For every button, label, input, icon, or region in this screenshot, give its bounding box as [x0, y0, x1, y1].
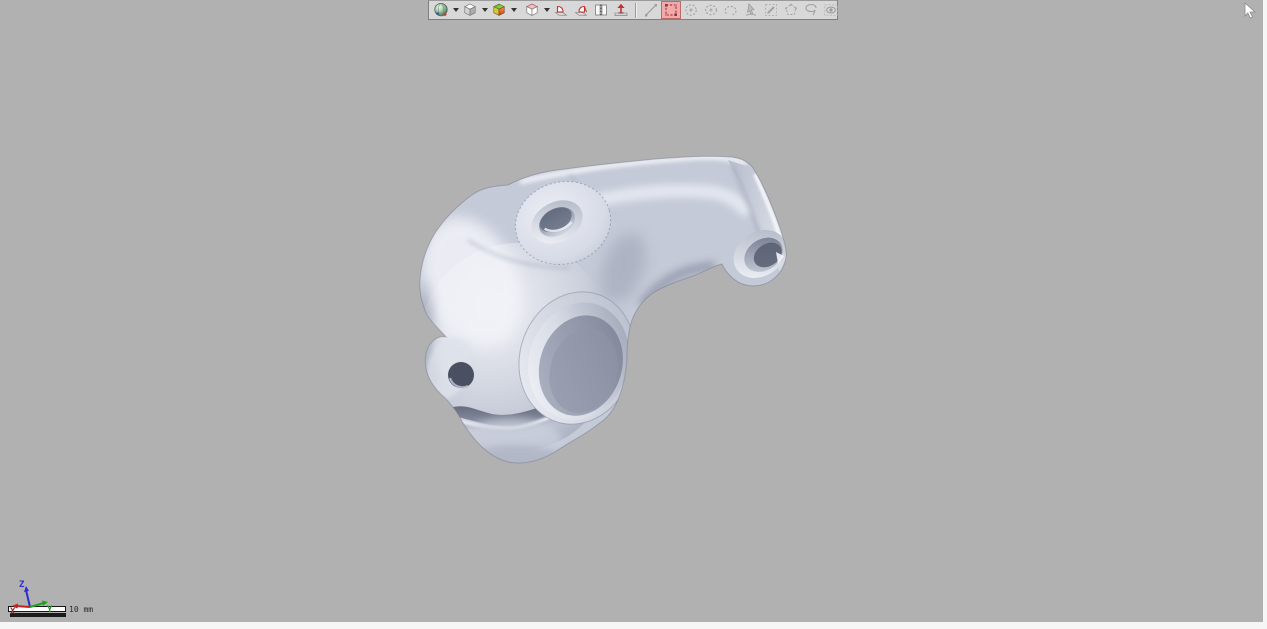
- model-canvas[interactable]: [410, 140, 800, 470]
- z-axis: Z: [19, 580, 30, 607]
- pen-box-icon: [763, 2, 779, 18]
- arc-select-button[interactable]: [721, 1, 741, 19]
- clipping-planes-button[interactable]: [591, 1, 611, 19]
- mouse-cursor: [1243, 2, 1257, 19]
- polygon-select-button[interactable]: [781, 1, 801, 19]
- section-quarter-button[interactable]: [551, 1, 571, 19]
- chevron-down-icon: [453, 8, 459, 12]
- lasso-select-button[interactable]: [801, 1, 821, 19]
- circle-select-button[interactable]: [681, 1, 701, 19]
- pull-direction-button[interactable]: [611, 1, 631, 19]
- svg-text:Z: Z: [19, 580, 25, 590]
- app-window: { "window": { "viewport_background_color…: [0, 0, 1267, 629]
- chevron-down-icon: [544, 8, 550, 12]
- pen-select-button[interactable]: [761, 1, 781, 19]
- visibility-filter-button[interactable]: [821, 1, 841, 19]
- eye-icon: [823, 2, 839, 18]
- chevron-down-icon: [511, 8, 517, 12]
- axis-triad: Z Y X: [4, 576, 74, 622]
- line-select-button[interactable]: [641, 1, 661, 19]
- pull-arrow-icon: [613, 2, 629, 18]
- section-half-button[interactable]: [571, 1, 591, 19]
- section-half-icon: [573, 2, 589, 18]
- svg-text:Y: Y: [47, 605, 53, 615]
- y-axis: Y: [30, 601, 53, 616]
- chevron-down-icon: [482, 8, 488, 12]
- pointer-lasso-select-button[interactable]: [741, 1, 761, 19]
- section-quarter-icon: [553, 2, 569, 18]
- arc-icon: [723, 2, 739, 18]
- shaded-cube-button[interactable]: [460, 1, 480, 19]
- analysis-cube-dropdown[interactable]: [509, 1, 518, 19]
- ellipse-select-button[interactable]: [701, 1, 721, 19]
- toolbar-separator: [635, 3, 637, 18]
- ellipse-crosshair-icon: [703, 2, 719, 18]
- cube-section-face-icon: [524, 2, 540, 18]
- line-icon: [643, 2, 659, 18]
- circle-crosshair-icon: [683, 2, 699, 18]
- rectangle-select-button[interactable]: [661, 1, 681, 19]
- window-bottom-edge: [0, 622, 1267, 629]
- view-toolbar: [428, 0, 838, 20]
- clipping-planes-icon: [593, 2, 609, 18]
- analysis-cube-button[interactable]: [489, 1, 509, 19]
- polygon-icon: [783, 2, 799, 18]
- shaded-globe-button[interactable]: [431, 1, 451, 19]
- cube-shaded-icon: [462, 2, 478, 18]
- globe-icon: [433, 2, 449, 18]
- part-model: [410, 156, 795, 470]
- shaded-cube-dropdown[interactable]: [480, 1, 489, 19]
- window-right-edge: [1263, 0, 1267, 629]
- section-box-dropdown[interactable]: [542, 1, 551, 19]
- shaded-globe-dropdown[interactable]: [451, 1, 460, 19]
- pointer-lasso-icon: [743, 2, 759, 18]
- lasso-icon: [803, 2, 819, 18]
- rectangle-marquee-icon: [663, 2, 679, 18]
- svg-text:X: X: [10, 607, 16, 617]
- x-axis: X: [10, 604, 30, 618]
- cube-rainbow-icon: [491, 2, 507, 18]
- section-box-button[interactable]: [522, 1, 542, 19]
